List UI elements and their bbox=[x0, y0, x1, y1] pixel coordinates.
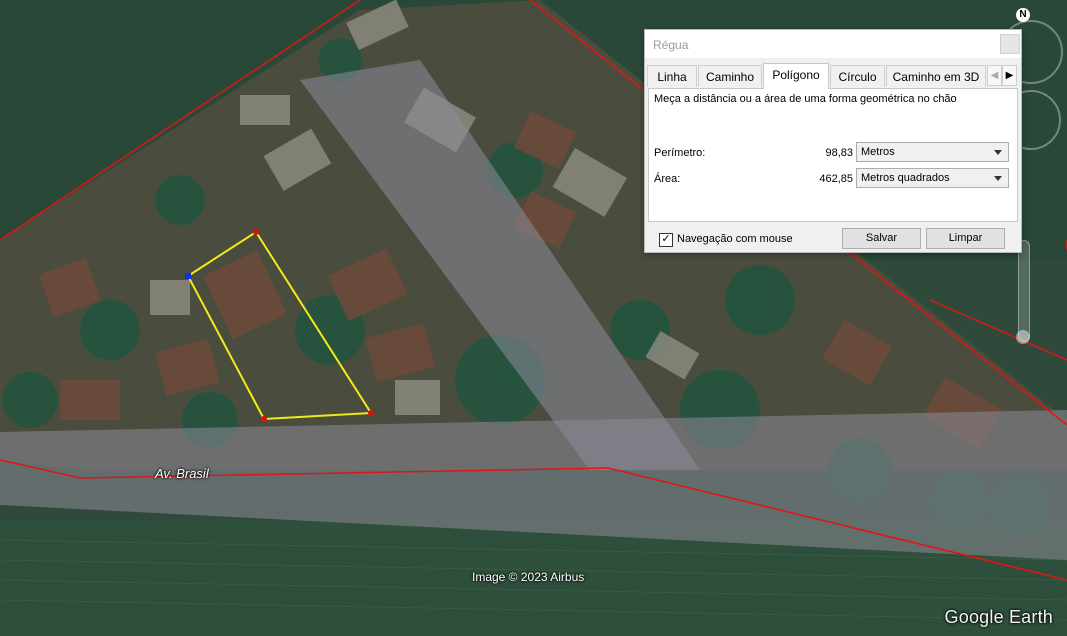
tab-caminho-3d[interactable]: Caminho em 3D bbox=[886, 65, 986, 87]
area-value: 462,85 bbox=[819, 173, 853, 185]
dialog-titlebar[interactable]: Régua bbox=[645, 30, 1021, 58]
close-button[interactable] bbox=[1000, 34, 1020, 54]
tab-linha[interactable]: Linha bbox=[647, 65, 697, 87]
polygon-vertex[interactable] bbox=[261, 416, 267, 422]
google-earth-logo: Google Earth bbox=[944, 607, 1053, 627]
polygon-vertex[interactable] bbox=[368, 410, 374, 416]
chevron-down-icon bbox=[994, 150, 1002, 155]
chevron-down-icon bbox=[994, 176, 1002, 181]
polygon-start-vertex[interactable] bbox=[185, 273, 191, 279]
street-label: Av. Brasil bbox=[155, 466, 209, 481]
north-compass-icon[interactable]: N bbox=[1016, 8, 1030, 22]
imagery-copyright: Image © 2023 Airbus bbox=[472, 570, 585, 584]
perimeter-unit-value: Metros bbox=[861, 146, 895, 158]
tab-caminho[interactable]: Caminho bbox=[698, 65, 762, 87]
mouse-navigation-checkbox[interactable]: ✓ bbox=[659, 233, 673, 247]
tab-circulo[interactable]: Círculo bbox=[830, 65, 885, 87]
area-label: Área: bbox=[654, 173, 681, 185]
save-button[interactable]: Salvar bbox=[842, 228, 921, 249]
clear-button[interactable]: Limpar bbox=[926, 228, 1005, 249]
ruler-dialog: Régua Linha Caminho Polígono Círculo Cam… bbox=[644, 29, 1022, 253]
area-unit-value: Metros quadrados bbox=[861, 172, 950, 184]
perimeter-value: 98,83 bbox=[825, 147, 853, 159]
tab-scroll-right-icon[interactable]: ▶ bbox=[1002, 65, 1017, 86]
polygon-vertex[interactable] bbox=[253, 229, 259, 235]
perimeter-unit-select[interactable]: Metros bbox=[856, 142, 1009, 162]
perimeter-label: Perímetro: bbox=[654, 147, 706, 159]
tab-poligono[interactable]: Polígono bbox=[763, 63, 829, 89]
tab-scroll-left-icon[interactable]: ◀ bbox=[987, 65, 1002, 86]
zoom-slider[interactable] bbox=[1018, 240, 1030, 342]
mouse-navigation-label[interactable]: Navegação com mouse bbox=[677, 233, 793, 245]
area-unit-select[interactable]: Metros quadrados bbox=[856, 168, 1009, 188]
dialog-title: Régua bbox=[653, 38, 689, 52]
measure-description: Meça a distância ou a área de uma forma … bbox=[654, 93, 957, 105]
zoom-slider-handle[interactable] bbox=[1016, 330, 1030, 344]
polygon-panel: Meça a distância ou a área de uma forma … bbox=[648, 88, 1018, 222]
measure-tabs: Linha Caminho Polígono Círculo Caminho e… bbox=[647, 63, 1017, 89]
